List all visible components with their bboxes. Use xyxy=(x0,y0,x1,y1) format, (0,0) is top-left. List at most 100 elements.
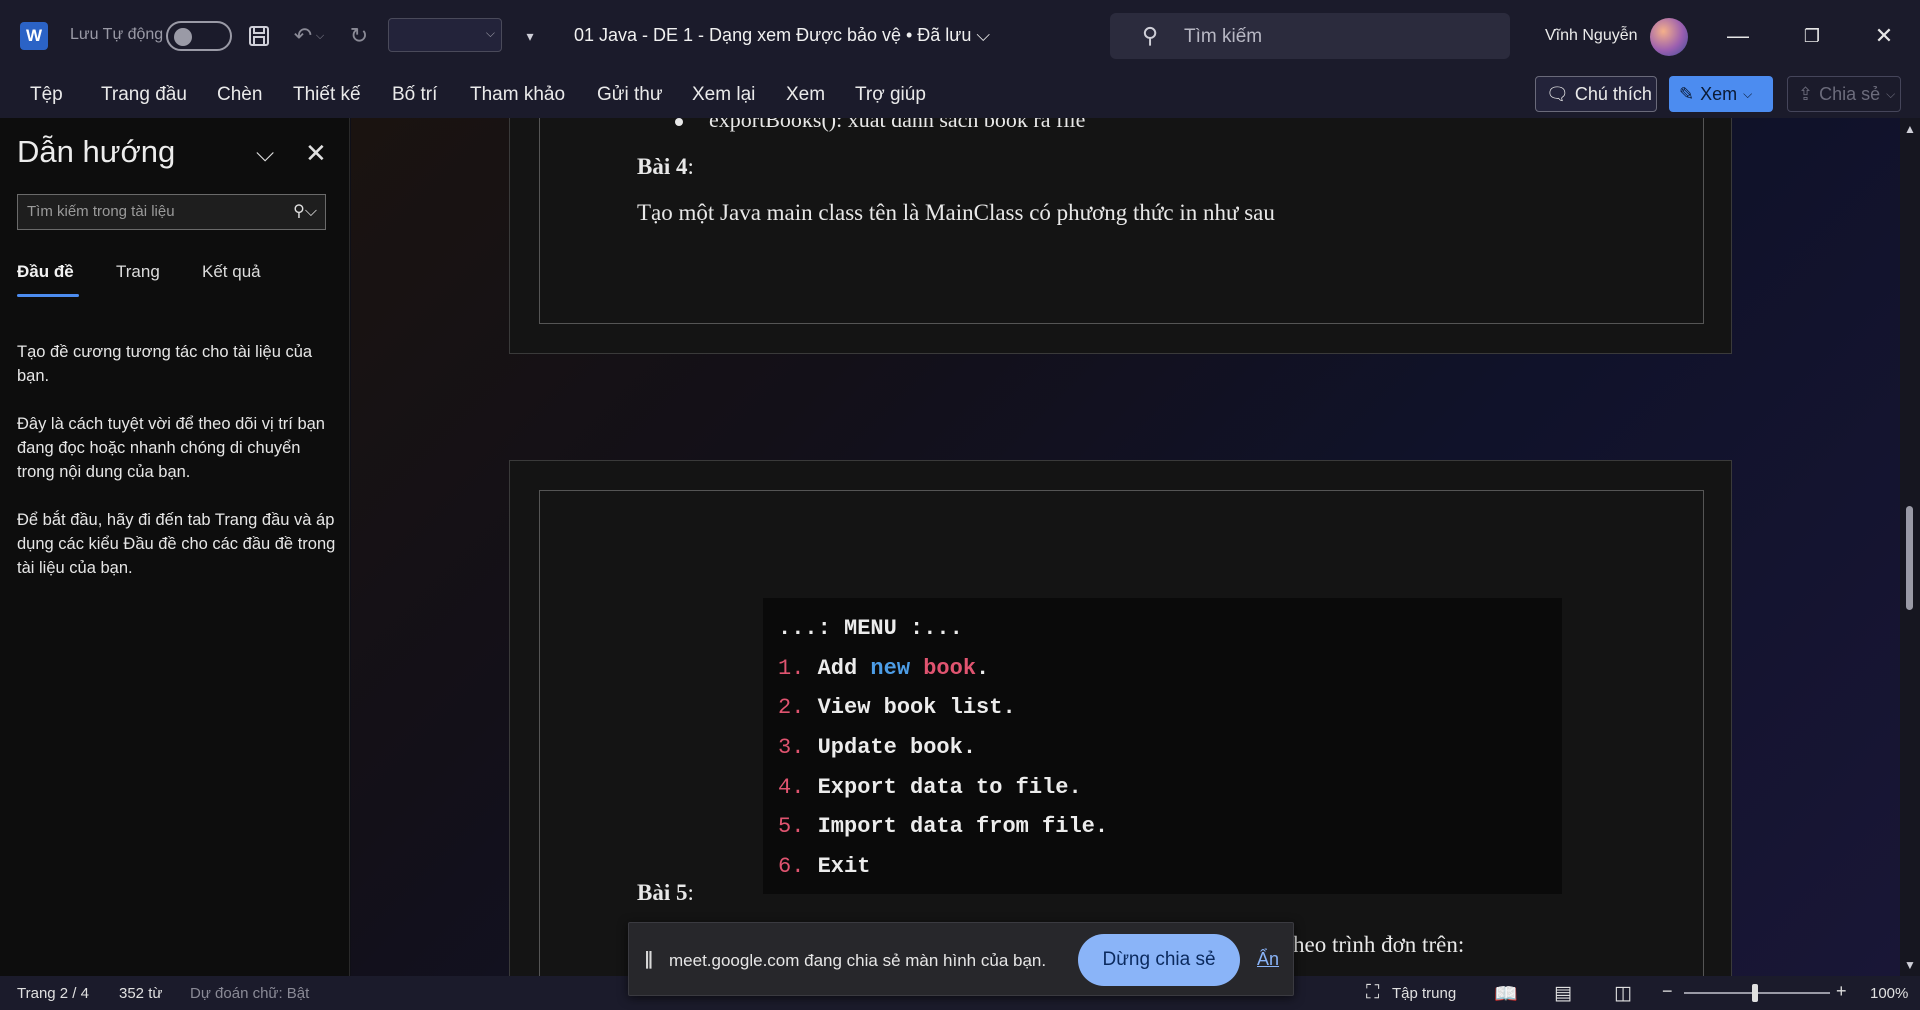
tab-file[interactable]: Tệp xyxy=(30,84,63,106)
comment-button[interactable]: 🗨 Chú thích xyxy=(1535,76,1657,112)
view-mode-label: Xem xyxy=(1700,83,1738,104)
menu-item-number: 3. xyxy=(778,735,805,760)
undo-dropdown-icon[interactable]: ⌵ xyxy=(312,20,328,52)
document-area[interactable]: exportBooks(): xuất danh sách book ra fi… xyxy=(351,118,1900,976)
menu-item-number: 1. xyxy=(778,656,805,681)
tab-insert[interactable]: Chèn xyxy=(217,84,262,106)
menu-item: 1. Add new book. xyxy=(778,656,989,681)
customize-toolbar-icon[interactable]: ▾ xyxy=(514,20,546,52)
nav-search-input[interactable]: Tìm kiếm trong tài liệu ⚲⌵ xyxy=(17,194,326,230)
menu-header: ...: MENU :... xyxy=(778,616,963,641)
menu-item: 2. View book list. xyxy=(778,695,1016,720)
autosave-toggle[interactable] xyxy=(166,21,232,51)
page-count[interactable]: Trang 2 / 4 xyxy=(17,985,89,1002)
menu-item-number: 4. xyxy=(778,775,805,800)
minimize-icon[interactable]: — xyxy=(1716,18,1760,54)
comment-label: Chú thích xyxy=(1574,83,1652,104)
search-box[interactable]: ⚲ Tìm kiếm xyxy=(1110,13,1510,59)
hide-banner-link[interactable]: Ẩn xyxy=(1257,949,1279,970)
focus-label[interactable]: Tập trung xyxy=(1392,985,1456,1002)
share-icon: ⇪ xyxy=(1798,83,1814,104)
exercise-4-text: Tạo một Java main class tên là MainClass… xyxy=(637,200,1275,225)
scroll-up-icon[interactable]: ▲ xyxy=(1904,122,1916,136)
menu-item-text: Update book. xyxy=(817,735,977,760)
drag-handle-icon[interactable]: ∥ xyxy=(644,949,653,970)
print-layout-icon[interactable]: ▤ xyxy=(1554,982,1572,1005)
style-select[interactable]: ⌵ xyxy=(388,18,502,52)
comment-icon: 🗨 xyxy=(1546,83,1569,104)
close-icon[interactable]: ✕ xyxy=(305,138,327,169)
exercise-5-heading: Bài 5: xyxy=(637,880,694,906)
view-mode-button[interactable]: ✎ Xem ⌵ xyxy=(1669,76,1773,112)
tab-review[interactable]: Xem lại xyxy=(692,84,755,106)
exercise-5-text: heo trình đơn trên: xyxy=(1293,932,1465,957)
ribbon-tabs: Tệp Trang đầu Chèn Thiết kế Bố trí Tham … xyxy=(0,72,1920,118)
zoom-out-icon[interactable]: − xyxy=(1662,981,1673,1002)
web-layout-icon[interactable]: ◫ xyxy=(1614,982,1632,1005)
menu-item-number: 2. xyxy=(778,695,805,720)
zoom-slider-thumb[interactable] xyxy=(1752,984,1758,1002)
menu-item-text-new: new xyxy=(870,656,911,681)
chevron-down-icon: ⌵ xyxy=(1886,86,1896,101)
nav-tab-results[interactable]: Kết quả xyxy=(202,262,261,282)
save-icon[interactable] xyxy=(243,20,275,52)
avatar[interactable] xyxy=(1650,18,1688,56)
text-prediction-status[interactable]: Dự đoán chữ: Bật xyxy=(190,985,309,1002)
active-tab-indicator xyxy=(17,294,79,297)
menu-item-text-book: book xyxy=(923,656,977,681)
search-placeholder: Tìm kiếm xyxy=(1184,26,1263,47)
document-title[interactable]: 01 Java - DE 1 - Dạng xem Được bảo vệ • … xyxy=(574,25,990,46)
page-content-frame: ...: MENU :... 1. Add new book. 2. View … xyxy=(539,490,1704,976)
vertical-scrollbar[interactable]: ▲ ▼ xyxy=(1900,118,1920,976)
menu-item: 3. Update book. xyxy=(778,735,976,760)
bullet-icon xyxy=(675,118,683,126)
tab-help[interactable]: Trợ giúp xyxy=(855,84,926,106)
menu-item-number: 6. xyxy=(778,854,805,879)
exercise-4-heading: Bài 4: xyxy=(637,154,694,180)
user-name[interactable]: Vĩnh Nguyễn xyxy=(1545,27,1638,45)
menu-item: 6. Exit xyxy=(778,854,870,879)
word-count[interactable]: 352 từ xyxy=(119,985,162,1002)
share-button[interactable]: ⇪ Chia sẻ ⌵ xyxy=(1787,76,1901,112)
navigation-pane: Dẫn hướng ⌵ ✕ Tìm kiếm trong tài liệu ⚲⌵… xyxy=(0,118,350,976)
zoom-level[interactable]: 100% xyxy=(1870,985,1908,1002)
bullet-item: exportBooks(): xuất danh sách book ra fi… xyxy=(675,118,1085,133)
share-label: Chia sẻ xyxy=(1819,83,1881,104)
read-mode-icon[interactable]: 📖 xyxy=(1494,982,1518,1006)
scroll-thumb[interactable] xyxy=(1906,506,1913,610)
nav-tab-pages[interactable]: Trang xyxy=(116,262,160,282)
menu-item: 5. Import data from file. xyxy=(778,814,1108,839)
menu-item-text-add: Add xyxy=(817,656,871,681)
code-block: ...: MENU :... 1. Add new book. 2. View … xyxy=(763,598,1562,894)
nav-search-placeholder: Tìm kiếm trong tài liệu xyxy=(27,203,175,220)
menu-item-number: 5. xyxy=(778,814,805,839)
nav-tab-headings[interactable]: Đầu đề xyxy=(17,262,74,282)
tab-mailings[interactable]: Gửi thư xyxy=(597,84,663,106)
close-icon[interactable]: ✕ xyxy=(1862,18,1906,54)
chevron-down-icon[interactable]: ⌵ xyxy=(256,140,274,168)
tab-view[interactable]: Xem xyxy=(786,84,825,106)
share-message: meet.google.com đang chia sẻ màn hình củ… xyxy=(669,951,1047,970)
zoom-in-icon[interactable]: + xyxy=(1836,981,1847,1002)
nav-help-text: Tạo đề cương tương tác cho tài liệu của … xyxy=(17,343,313,385)
word-logo-icon[interactable]: W xyxy=(20,22,48,50)
tab-home[interactable]: Trang đầu xyxy=(101,84,187,106)
stop-sharing-button[interactable]: Dừng chia sẻ xyxy=(1078,934,1240,986)
nav-help-text: Để bắt đầu, hãy đi đến tab Trang đầu và … xyxy=(17,511,336,577)
tab-design[interactable]: Thiết kế xyxy=(293,84,361,106)
toggle-knob xyxy=(174,28,192,46)
menu-item-text: View book list. xyxy=(817,695,1016,720)
menu-item-text-space xyxy=(910,656,923,681)
redo-icon[interactable]: ↻ xyxy=(343,20,375,52)
chevron-down-icon: ⌵ xyxy=(1743,86,1753,101)
title-bar: W Lưu Tự động ↶ ⌵ ↻ ⌵ ▾ 01 Java - DE 1 -… xyxy=(0,0,1920,72)
focus-icon[interactable]: ⛶ xyxy=(1366,982,1379,1004)
scroll-down-icon[interactable]: ▼ xyxy=(1904,958,1916,972)
exercise-4-colon: : xyxy=(687,154,694,179)
menu-item-text: Import data from file. xyxy=(817,814,1109,839)
tab-layout[interactable]: Bố trí xyxy=(392,84,437,106)
restore-icon[interactable]: ❐ xyxy=(1790,18,1834,54)
tab-references[interactable]: Tham khảo xyxy=(470,84,565,106)
search-icon: ⚲ xyxy=(1142,23,1159,48)
search-icon[interactable]: ⚲⌵ xyxy=(293,201,317,221)
